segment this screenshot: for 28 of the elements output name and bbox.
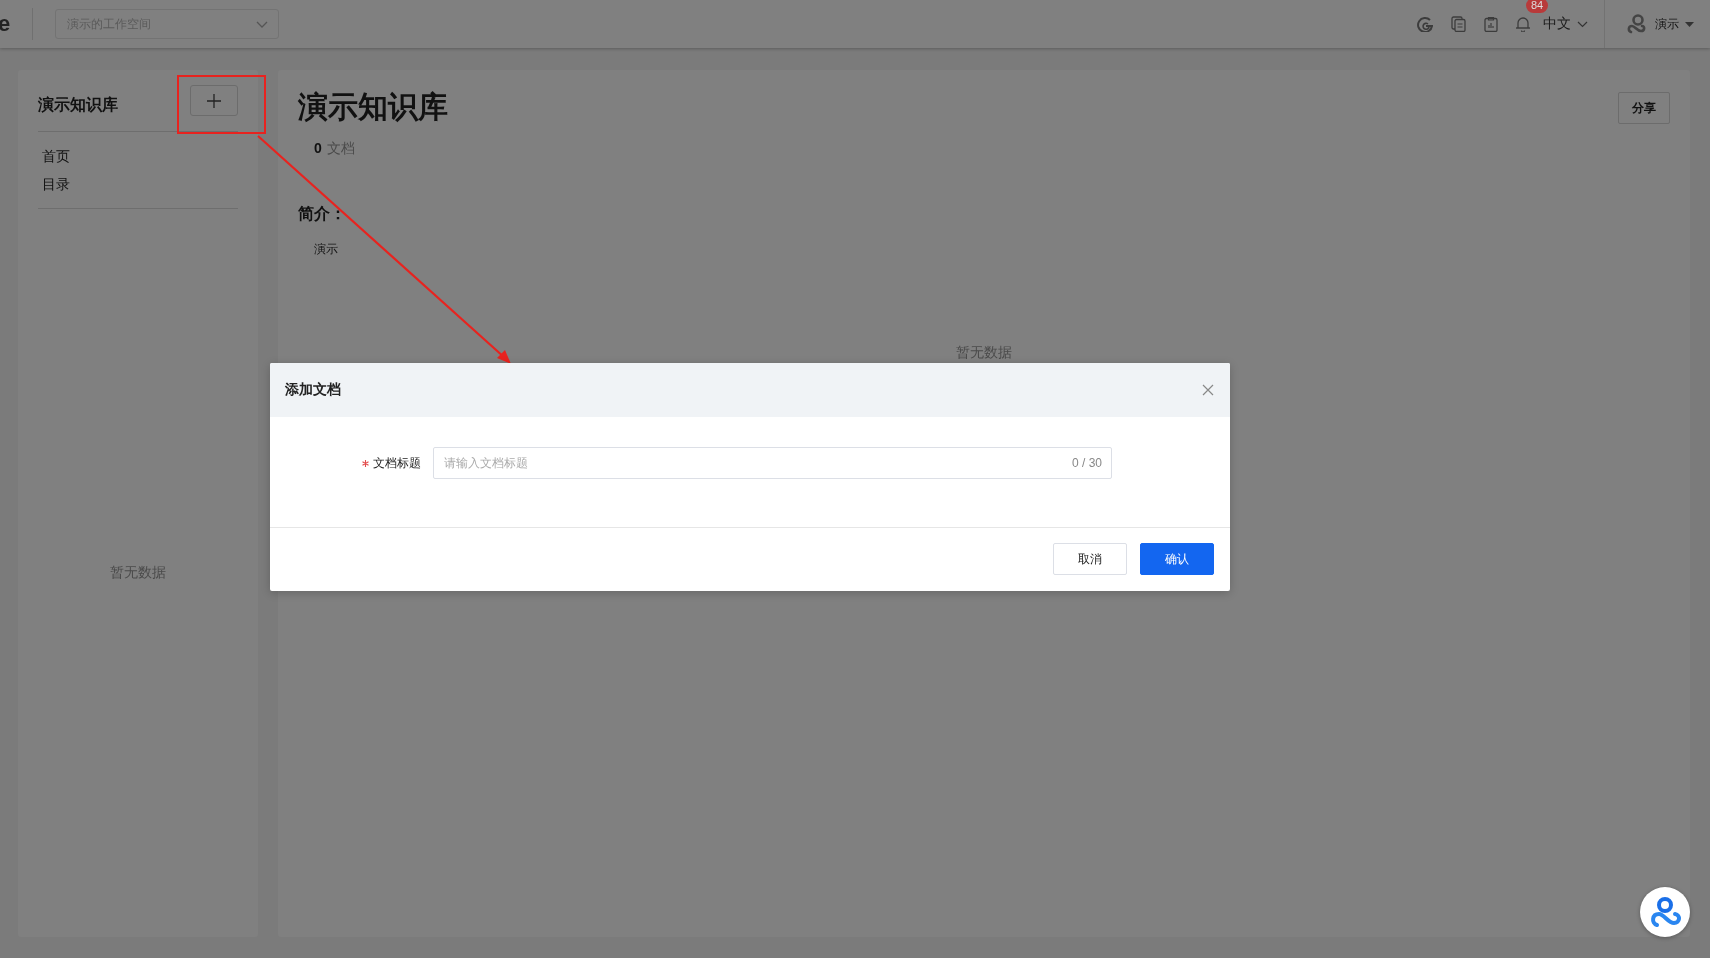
spiral-icon[interactable] — [1417, 16, 1433, 32]
sidebar-title: 演示知识库 — [38, 95, 118, 115]
intro-label: 简介： — [298, 204, 347, 224]
caret-icon — [1685, 21, 1694, 27]
chevron-down-icon — [256, 20, 269, 28]
close-icon — [1202, 384, 1214, 396]
dialog-title: 添加文档 — [285, 381, 341, 399]
close-button[interactable] — [1202, 384, 1214, 396]
field-label: 文档标题 — [373, 454, 421, 472]
plus-icon — [207, 93, 221, 108]
copy-icon[interactable] — [1451, 16, 1466, 32]
document-count: 0 — [314, 140, 322, 156]
sidebar-item[interactable]: 目录 — [42, 170, 70, 198]
clipboard-chart-icon[interactable] — [1484, 16, 1498, 32]
notification-badge: 84 — [1526, 0, 1549, 13]
bell-icon[interactable] — [1516, 16, 1530, 32]
sidebar-item[interactable]: 首页 — [42, 142, 70, 170]
person-logo-icon — [1648, 894, 1682, 930]
share-button[interactable]: 分享 — [1618, 92, 1670, 124]
page-title: 演示知识库 — [298, 90, 448, 124]
chevron-down-icon — [1577, 20, 1588, 28]
character-counter: 0 / 30 — [1071, 456, 1102, 470]
language-select[interactable]: 中文 — [1543, 15, 1588, 33]
intro-text: 演示 — [314, 241, 339, 258]
add-button[interactable] — [190, 85, 238, 116]
confirm-button[interactable]: 确认 — [1140, 543, 1214, 575]
user-menu[interactable]: 演示 — [1627, 13, 1694, 35]
cancel-button[interactable]: 取消 — [1053, 543, 1127, 575]
